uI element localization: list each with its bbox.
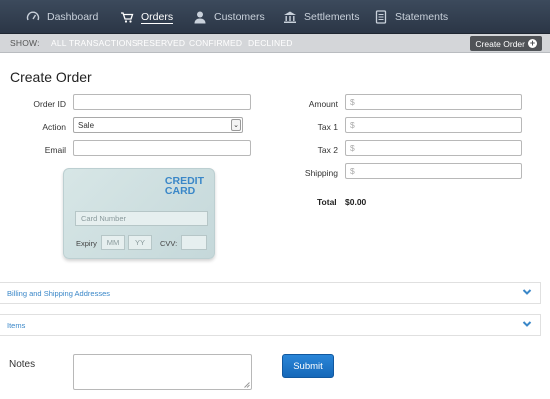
- nav-dashboard[interactable]: Dashboard: [26, 0, 98, 34]
- chevron-down-icon: [522, 289, 532, 295]
- action-select-value: Sale: [78, 120, 95, 130]
- tax1-placeholder: $: [350, 120, 355, 130]
- tax2-input[interactable]: $: [345, 140, 522, 156]
- card-title-line2: CARD: [164, 185, 196, 197]
- action-select[interactable]: Sale ⌄: [73, 117, 243, 133]
- nav-statements[interactable]: Statements: [374, 0, 448, 34]
- card-number-placeholder: Card Number: [81, 214, 127, 223]
- tax1-label: Tax 1: [317, 122, 338, 132]
- amount-placeholder: $: [350, 97, 355, 107]
- amount-input[interactable]: $: [345, 94, 522, 110]
- nav-dashboard-label: Dashboard: [47, 11, 99, 23]
- filter-confirmed[interactable]: CONFIRMED: [189, 38, 242, 48]
- card-number-input[interactable]: Card Number: [75, 211, 208, 226]
- user-icon: [193, 10, 207, 24]
- expiry-year-input[interactable]: YY: [128, 235, 152, 250]
- card-title: CREDIT CARD: [164, 176, 204, 197]
- page-title: Create Order: [10, 69, 92, 85]
- plus-circle-icon: +: [528, 38, 537, 48]
- cart-icon: [120, 10, 134, 24]
- nav-settlements[interactable]: Settlements: [283, 0, 359, 34]
- shipping-label: Shipping: [304, 168, 338, 178]
- submit-button[interactable]: Submit: [282, 354, 334, 378]
- nav-statements-label: Statements: [395, 11, 449, 23]
- create-order-button[interactable]: Create Order +: [470, 36, 542, 51]
- filter-all-transactions[interactable]: ALL TRANSACTIONS: [51, 38, 138, 48]
- bank-icon: [283, 10, 297, 24]
- chevron-down-icon: ⌄: [231, 119, 241, 131]
- chevron-down-icon: [522, 321, 532, 327]
- document-icon: [374, 10, 388, 24]
- tax1-input[interactable]: $: [345, 117, 522, 133]
- credit-card-widget: CREDIT CARD Card Number Expiry MM YY CVV…: [63, 168, 215, 259]
- amount-label: Amount: [308, 99, 338, 109]
- tax2-label: Tax 2: [317, 145, 338, 155]
- expiry-year-placeholder: YY: [134, 238, 145, 247]
- order-id-label: Order ID: [33, 99, 66, 109]
- show-label: SHOW:: [10, 38, 40, 48]
- expiry-month-input[interactable]: MM: [101, 235, 125, 250]
- cvv-input[interactable]: [181, 235, 207, 250]
- total-value: $0.00: [345, 197, 367, 207]
- nav-orders[interactable]: Orders: [120, 0, 174, 34]
- tax2-placeholder: $: [350, 143, 355, 153]
- notes-textarea[interactable]: [73, 354, 252, 390]
- filter-reserved[interactable]: RESERVED: [137, 38, 185, 48]
- dashboard-gauge-icon: [26, 10, 40, 24]
- email-label: Email: [44, 145, 66, 155]
- expiry-month-placeholder: MM: [106, 238, 120, 247]
- action-label: Action: [42, 122, 66, 132]
- order-id-input[interactable]: [73, 94, 251, 110]
- billing-shipping-accordion[interactable]: Billing and Shipping Addresses: [0, 282, 541, 304]
- shipping-placeholder: $: [350, 166, 355, 176]
- items-accordion[interactable]: Items: [0, 314, 541, 336]
- create-order-label: Create Order: [475, 38, 525, 49]
- filter-declined[interactable]: DECLINED: [248, 38, 293, 48]
- total-label: Total: [317, 197, 337, 207]
- nav-customers-label: Customers: [214, 11, 265, 23]
- expiry-label: Expiry: [76, 239, 97, 248]
- nav-settlements-label: Settlements: [304, 11, 360, 23]
- billing-shipping-label: Billing and Shipping Addresses: [7, 289, 110, 298]
- resize-grip-icon[interactable]: [244, 382, 250, 388]
- email-input[interactable]: [73, 140, 251, 156]
- notes-label: Notes: [9, 359, 36, 370]
- top-nav: Dashboard Orders Customers Settlements S…: [0, 0, 550, 34]
- nav-orders-label: Orders: [141, 10, 174, 24]
- cvv-label: CVV:: [160, 239, 178, 248]
- nav-customers[interactable]: Customers: [193, 0, 265, 34]
- items-label: Items: [7, 321, 26, 330]
- filter-bar: SHOW: ALL TRANSACTIONS RESERVED CONFIRME…: [0, 34, 550, 53]
- shipping-input[interactable]: $: [345, 163, 522, 179]
